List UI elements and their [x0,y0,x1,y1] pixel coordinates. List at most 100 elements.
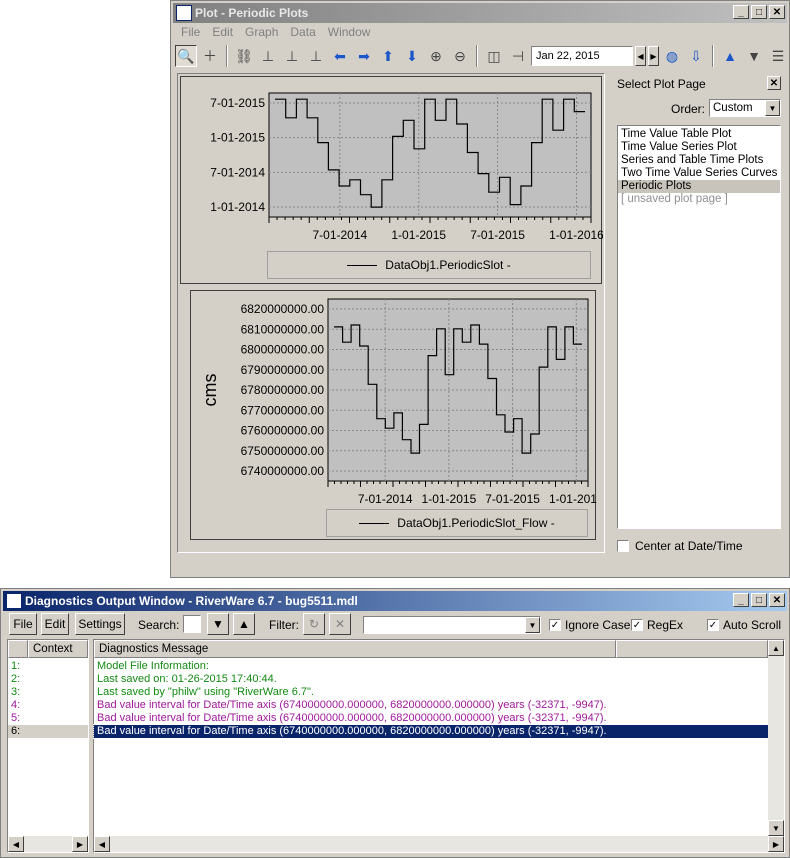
y-tick-label: 6760000000.00 [241,424,325,438]
auto-scroll-checkbox[interactable]: ✓ [707,619,719,631]
message-row[interactable]: Bad value interval for Date/Time axis (6… [93,724,769,739]
chevron-down-icon: ▼ [525,617,540,633]
center-icon[interactable]: ⊣ [507,45,529,67]
context-hscroll[interactable]: ◀ ▶ [8,836,88,852]
regex-label: RegEx [647,618,684,632]
axis-r-icon[interactable]: ⊥ [281,45,303,67]
message-vscroll[interactable]: ▲ ▼ [768,640,784,836]
export-icon[interactable]: ⇩ [685,45,707,67]
message-panel: Diagnostics Message Model File Informati… [93,639,785,853]
riverware-app-icon [6,593,22,609]
message-row[interactable]: Bad value interval for Date/Time axis (6… [94,699,768,712]
order-select[interactable]: Custom ▼ [709,99,781,117]
plot-page-item[interactable]: Time Value Table Plot [618,128,780,141]
globe-icon[interactable]: ◍ [661,45,683,67]
message-hscroll[interactable]: ◀ ▶ [94,836,784,852]
clear-filter-button[interactable]: ✕ [329,613,351,635]
plot-window-title: Plot - Periodic Plots [195,6,309,20]
date-prev-button[interactable]: ◀ [635,46,646,66]
plot-panel-1[interactable]: 7-01-2015 1-01-2015 7-01-2014 1-01-2014 7-01… [180,76,604,284]
search-label: Search: [138,618,180,632]
scroll-left-icon[interactable]: ◀ [8,836,24,852]
settings-button[interactable]: Settings [75,613,125,635]
regex-row: ✓ RegEx [631,618,683,632]
message-header[interactable]: Diagnostics Message [94,640,616,658]
close-button[interactable]: ✕ [769,593,785,607]
diag-titlebar[interactable]: Diagnostics Output Window - RiverWare 6.… [3,591,787,611]
layout-bottom-icon[interactable]: ▼ [743,45,765,67]
split-icon[interactable]: ◫ [483,45,505,67]
message-list: Model File Information: Last saved on: 01… [93,660,769,739]
search-down-button[interactable]: ▼ [207,613,229,635]
y-tick-label: 6820000000.00 [241,302,325,316]
center-at-checkbox[interactable] [617,540,629,552]
plot-page-item[interactable]: [ unsaved plot page ] [618,193,780,206]
axis-s-icon[interactable]: ⊥ [305,45,327,67]
zoom-out-icon[interactable]: ⊖ [449,45,471,67]
plot-page-item[interactable]: Periodic Plots [618,180,780,193]
close-button[interactable]: ✕ [769,5,785,19]
context-row[interactable]: 2: [8,673,88,686]
date-next-button[interactable]: ▶ [648,46,659,66]
chart-2: 6820000000.00 6810000000.00 6800000000.00 6… [200,298,604,506]
search-color-box[interactable] [183,615,201,633]
plot-area: 7-01-2015 1-01-2015 7-01-2014 1-01-2014 7-01… [177,73,605,553]
menu-graph[interactable]: Graph [239,25,284,39]
menu-edit[interactable]: Edit [206,25,239,39]
link-icon[interactable]: ⛓ [233,45,255,67]
maximize-button[interactable]: □ [751,5,767,19]
layout-top-icon[interactable]: ▲ [719,45,741,67]
file-button[interactable]: File [9,613,37,635]
context-row[interactable]: 4: [8,699,88,712]
scroll-up-icon[interactable]: ▲ [768,640,784,656]
refresh-filter-button[interactable]: ↻ [303,613,325,635]
menu-file[interactable]: File [175,25,206,39]
scroll-left-icon[interactable]: ◀ [94,836,110,852]
plot-window-titlebar[interactable]: Plot - Periodic Plots _ □ ✕ [173,3,787,23]
context-row[interactable]: 1: [8,660,88,673]
message-row[interactable]: Last saved on: 01-26-2015 17:40:44. [94,673,768,686]
plot-panel-2[interactable]: 6820000000.00 6810000000.00 6800000000.00 6… [190,290,604,540]
message-row[interactable]: Bad value interval for Date/Time axis (6… [94,712,768,725]
message-row[interactable]: Model File Information: [94,660,768,673]
y-tick-label: 6790000000.00 [241,363,325,377]
context-row[interactable]: 6: [8,725,88,738]
message-row[interactable]: Last saved by "philw" using "RiverWare 6… [94,686,768,699]
context-header-spacer [8,640,28,658]
plot-page-item[interactable]: Two Time Value Series Curves [618,167,780,180]
center-at-row: Center at Date/Time [617,539,743,553]
filter-combo[interactable]: ▼ [363,616,541,634]
arrow-right-icon[interactable]: ➡ [353,45,375,67]
axis-icon[interactable]: ⊥ [257,45,279,67]
y-tick-label: 1-01-2014 [210,200,265,214]
plot-page-item[interactable]: Time Value Series Plot [618,141,780,154]
context-row[interactable]: 5: [8,712,88,725]
arrow-down-icon[interactable]: ⬇ [401,45,423,67]
scroll-down-icon[interactable]: ▼ [768,820,784,836]
x-tick-label: 7-01-2015 [485,492,540,506]
context-row[interactable]: 3: [8,686,88,699]
scroll-right-icon[interactable]: ▶ [72,836,88,852]
minimize-button[interactable]: _ [733,5,749,19]
search-up-button[interactable]: ▲ [233,613,255,635]
maximize-button[interactable]: □ [751,593,767,607]
close-selector-button[interactable]: ✕ [767,76,781,90]
crosshair-tool-icon[interactable]: ＋ [199,45,221,67]
arrow-up-icon[interactable]: ⬆ [377,45,399,67]
layout-list-icon[interactable]: ☰ [767,45,789,67]
regex-checkbox[interactable]: ✓ [631,619,643,631]
minimize-button[interactable]: _ [733,593,749,607]
context-panel: Context 1: 2: 3: 4: 5: 6: ◀ ▶ [7,639,89,853]
arrow-left-icon[interactable]: ⬅ [329,45,351,67]
auto-scroll-label: Auto Scroll [723,618,782,632]
menu-data[interactable]: Data [284,25,321,39]
ignore-case-checkbox[interactable]: ✓ [549,619,561,631]
context-header[interactable]: Context [28,640,88,658]
menu-window[interactable]: Window [322,25,377,39]
date-field[interactable]: Jan 22, 2015 [531,46,633,66]
edit-button[interactable]: Edit [41,613,69,635]
zoom-tool-icon[interactable]: 🔍 [175,45,197,67]
zoom-in-icon[interactable]: ⊕ [425,45,447,67]
plot-page-item[interactable]: Series and Table Time Plots [618,154,780,167]
scroll-right-icon[interactable]: ▶ [768,836,784,852]
